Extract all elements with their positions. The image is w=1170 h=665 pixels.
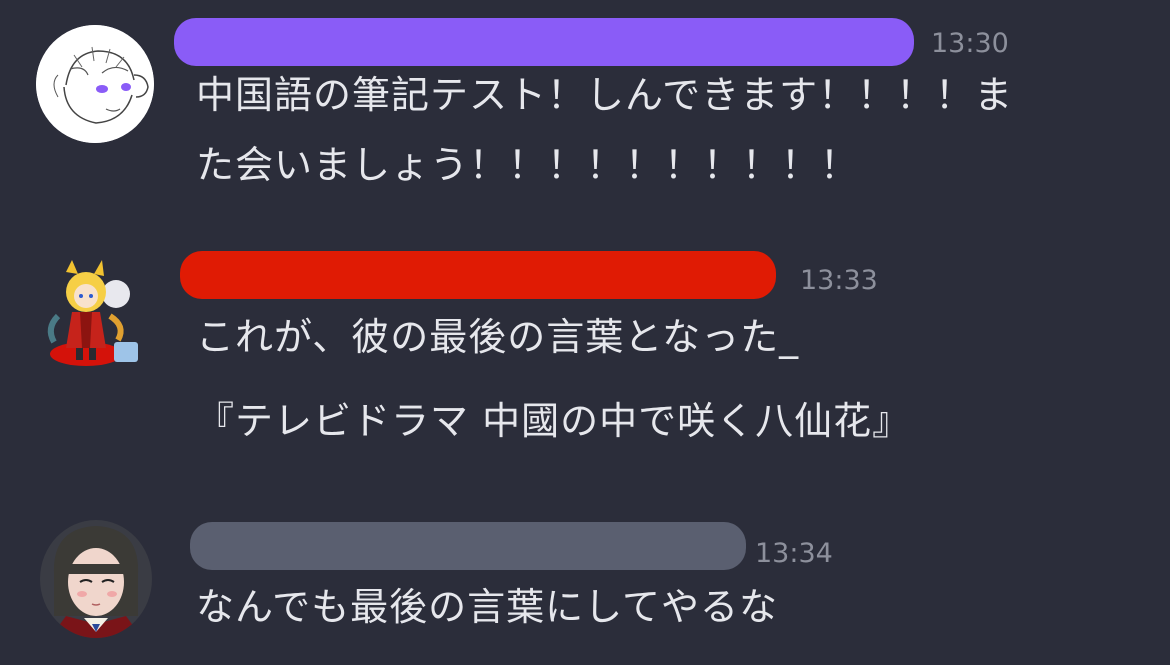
chat-log: 13:30 中国語の筆記テスト！しんできます！！！！ま た会いましょう！！！！！…	[0, 0, 1170, 665]
dark-hair-character-icon	[40, 520, 152, 638]
message-text-line: なんでも最後の言葉にしてやるな	[196, 585, 778, 629]
username-redacted	[174, 18, 914, 66]
message-text-line: これが、彼の最後の言葉となった_	[196, 315, 800, 359]
timestamp: 13:30	[931, 28, 1009, 59]
user-avatar[interactable]	[40, 520, 152, 638]
timestamp: 13:34	[755, 538, 833, 569]
message-text-line: た会いましょう！！！！！！！！！！	[196, 143, 860, 187]
username-redacted	[190, 522, 746, 570]
message-text-line: 中国語の筆記テスト！しんできます！！！！ま	[196, 73, 1014, 117]
user-avatar[interactable]	[36, 25, 154, 143]
timestamp: 13:33	[800, 265, 878, 296]
fox-girl-character-icon	[47, 260, 138, 366]
user-avatar[interactable]	[36, 256, 154, 374]
message-text-line: 『テレビドラマ 中國の中で咲く八仙花』	[196, 399, 912, 443]
username-redacted	[180, 251, 776, 299]
sketch-character-icon	[36, 25, 154, 143]
